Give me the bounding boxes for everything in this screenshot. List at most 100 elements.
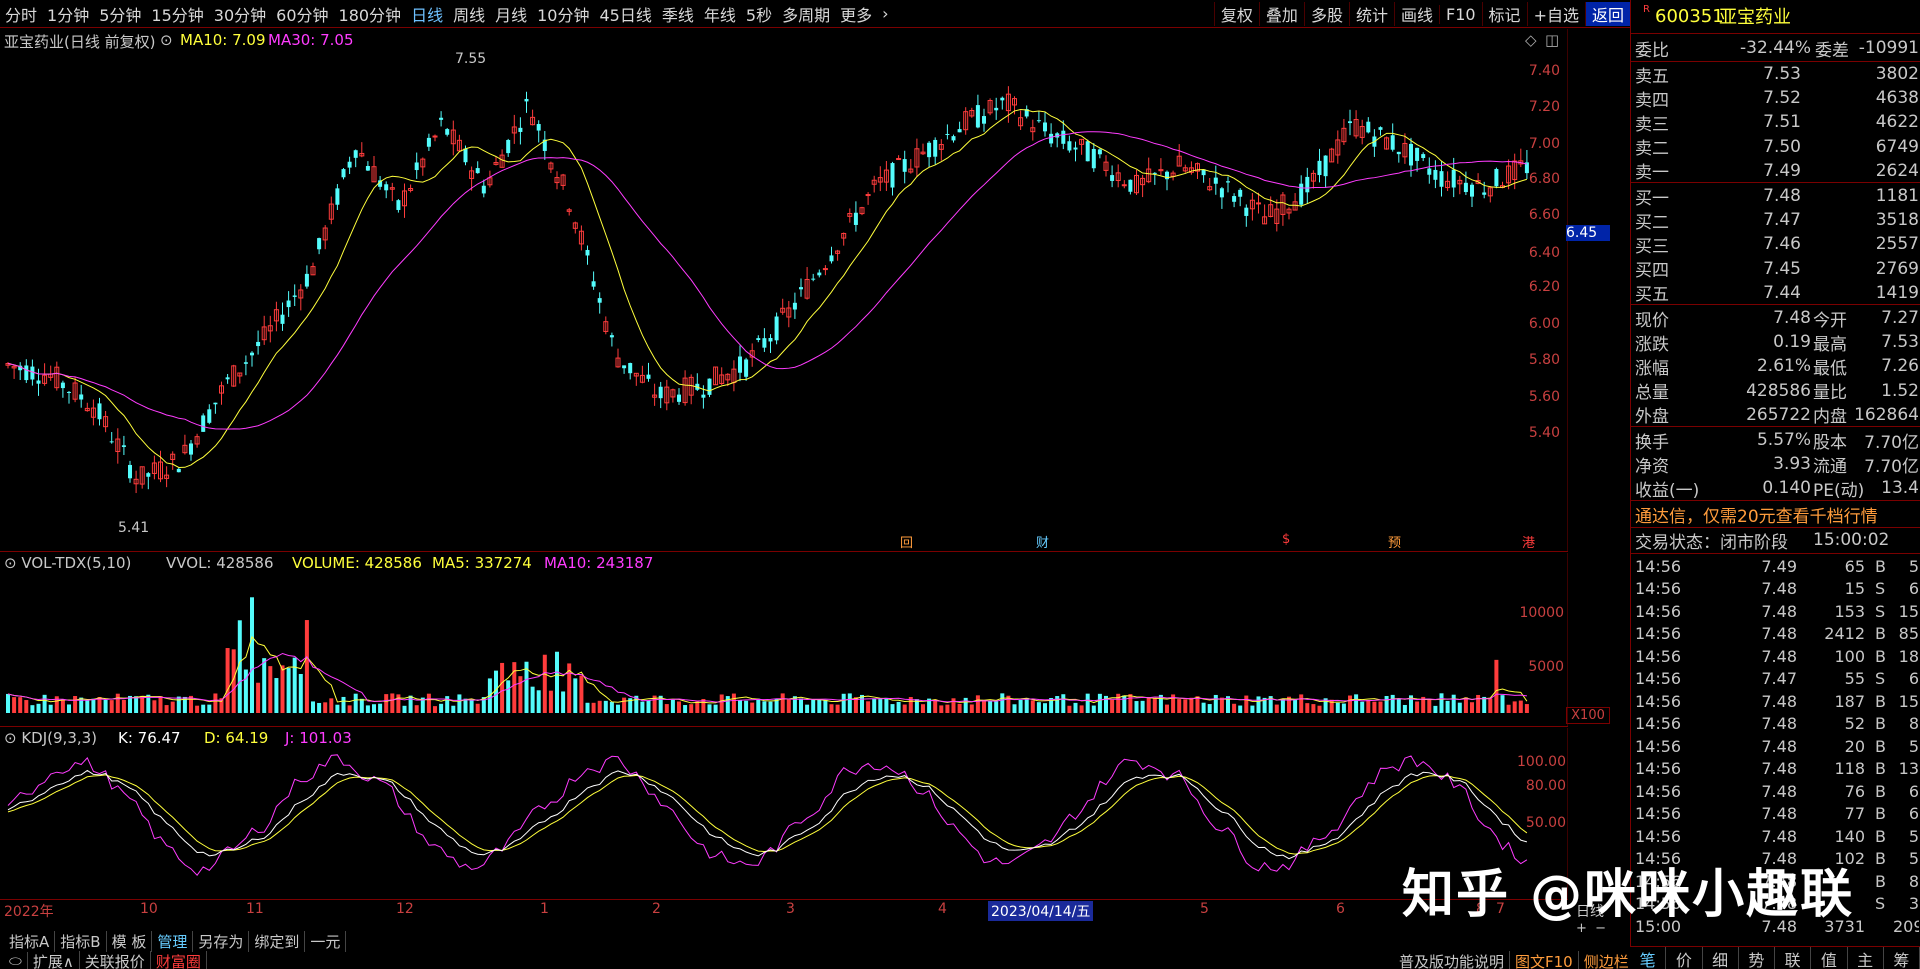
indicator-tab-1[interactable]: 指标B xyxy=(55,930,107,952)
event-marker[interactable]: 财 xyxy=(1036,532,1049,551)
toolbar-right-5[interactable]: F10 xyxy=(1438,4,1482,24)
indicator-tab-5[interactable]: 绑定到 xyxy=(249,930,306,952)
period-tab-3[interactable]: 15分钟 xyxy=(146,2,208,26)
trading-app: 分时 1分钟 5分钟 15分钟 30分钟 60分钟 180分钟 日线 周线 月线 10分钟 45日线季… xyxy=(0,0,1920,969)
kdj-axis-50: 50.00 xyxy=(1525,815,1566,831)
period-tab-1[interactable]: 1分钟 xyxy=(42,2,94,26)
toolbar-right-6[interactable]: 标记 xyxy=(1481,2,1527,26)
period-tab-16[interactable]: 更多 xyxy=(835,2,877,26)
period-tab-13[interactable]: 年线 xyxy=(699,2,741,26)
period-tab-9[interactable]: 月线 xyxy=(490,2,532,26)
side-tab-7[interactable]: 筹 xyxy=(1884,947,1920,969)
date-axis-label: 2022年 xyxy=(4,904,54,920)
order-book-row[interactable]: 买四 7.45 2769 xyxy=(1631,257,1920,282)
event-marker[interactable]: 港 xyxy=(1522,532,1535,551)
period-tab-6[interactable]: 180分钟 xyxy=(334,2,407,26)
stat-value: 7.70亿 xyxy=(1864,456,1919,477)
status-time: 15:00:02 xyxy=(1813,530,1890,550)
period-tab-7[interactable]: 日线 xyxy=(406,2,448,26)
period-tab-11[interactable]: 45日线 xyxy=(594,2,656,26)
indicator-tab-3[interactable]: 管理 xyxy=(152,930,194,952)
stock-header: R 600351 亚宝药业 xyxy=(1631,4,1920,28)
quote-panel: R 600351 亚宝药业 委比 -32.44% 委差 -10991 卖五 7.5… xyxy=(1630,0,1920,969)
rzrq-badge: R xyxy=(1643,4,1650,15)
order-book-row[interactable]: 卖五 7.53 3802 xyxy=(1631,62,1920,87)
tick-price: 7.48 xyxy=(1761,781,1797,801)
toggle-switch-icon[interactable]: ⬭ xyxy=(4,952,28,969)
tick-row: 14:56 7.48 153 S 15 xyxy=(1631,599,1920,623)
tick-row: 14:56 7.48 2412 B 85 xyxy=(1631,622,1920,646)
period-tab-14[interactable]: 5秒 xyxy=(741,2,777,26)
volume-chart[interactable]: ⊙ VOL-TDX(5,10) VVOL: 428586 VOLUME: 428… xyxy=(0,553,1610,727)
toolbar-right-1[interactable]: 叠加 xyxy=(1258,2,1304,26)
period-tab-0[interactable]: 分时 xyxy=(0,2,42,26)
toolbar-right-4[interactable]: 画线 xyxy=(1393,2,1439,26)
tick-volume: 76 xyxy=(1844,781,1865,801)
bottom-right-link-1[interactable]: 图文F10 xyxy=(1510,950,1579,969)
side-tab-1[interactable]: 价 xyxy=(1666,947,1703,969)
stat-label: 内盘 xyxy=(1813,407,1847,428)
book-label: 卖五 xyxy=(1635,66,1669,87)
order-book-row[interactable]: 卖一 7.49 2624 xyxy=(1631,159,1920,184)
promo-banner[interactable]: 通达信，仅需20元查看千档行情 xyxy=(1631,502,1920,527)
stat-value: 428586 xyxy=(1746,380,1811,401)
period-tab-5[interactable]: 60分钟 xyxy=(271,2,333,26)
tick-price: 7.48 xyxy=(1761,736,1797,756)
price-axis-label: 6.40 xyxy=(1528,245,1560,261)
book-price: 7.44 xyxy=(1763,282,1801,303)
side-tab-3[interactable]: 势 xyxy=(1739,947,1775,969)
side-tab-4[interactable]: 联 xyxy=(1775,947,1812,969)
book-label: 买四 xyxy=(1635,261,1669,282)
event-marker[interactable]: 预 xyxy=(1388,532,1401,551)
order-book-row[interactable]: 卖二 7.50 6749 xyxy=(1631,135,1920,160)
tick-time: 14:56 xyxy=(1635,556,1682,576)
kdj-chart[interactable]: ⊙ KDJ(9,3,3) K: 76.47 D: 64.19 J: 101.03… xyxy=(0,728,1568,900)
toolbar-right-2[interactable]: 多股 xyxy=(1303,2,1349,26)
indicator-tab-6[interactable]: 一元 xyxy=(305,930,347,952)
order-book-row[interactable]: 买三 7.46 2557 xyxy=(1631,232,1920,257)
indicator-tab-2[interactable]: 模 板 xyxy=(107,930,153,952)
tick-count: 13 xyxy=(1898,759,1919,778)
ext-tab-0[interactable]: 扩展∧ xyxy=(28,950,80,969)
fundamental-row: 换手 5.57% 股本 7.70亿 xyxy=(1631,428,1920,453)
tick-price: 7.48 xyxy=(1761,579,1797,598)
side-tab-2[interactable]: 细 xyxy=(1703,947,1739,969)
toolbar-right-3[interactable]: 统计 xyxy=(1348,2,1394,26)
price-axis-label: 7.00 xyxy=(1528,136,1560,152)
toolbar-right-0[interactable]: 复权 xyxy=(1213,2,1259,26)
price-axis-label: 6.60 xyxy=(1528,207,1560,223)
toolbar-right-8[interactable]: 返回 xyxy=(1584,2,1630,26)
stat-label: 现价 xyxy=(1635,310,1669,331)
period-tab-4[interactable]: 30分钟 xyxy=(209,2,271,26)
price-chart[interactable]: 亚宝药业(日线 前复权) ⊙ MA10: 7.09 MA30: 7.05 ◇ ◫… xyxy=(0,29,1610,552)
more-chevron-icon[interactable]: › xyxy=(877,4,893,23)
tick-row: 14:56 7.48 118 B 13 xyxy=(1631,757,1920,781)
tick-price: 7.48 xyxy=(1761,624,1797,643)
order-book-row[interactable]: 买五 7.44 1419 xyxy=(1631,281,1920,306)
order-book-row[interactable]: 卖三 7.51 4622 xyxy=(1631,110,1920,135)
period-tab-10[interactable]: 10分钟 xyxy=(532,2,594,26)
event-marker[interactable]: $ xyxy=(1282,532,1290,547)
event-marker[interactable]: 回 xyxy=(900,532,913,551)
period-tab-12[interactable]: 季线 xyxy=(657,2,699,26)
period-tab-2[interactable]: 5分钟 xyxy=(94,2,146,26)
date-axis: 2022年 10 11 12 1 2 3 4 5 6 7 8 2023/04/14/五 日线 + − xyxy=(0,901,1630,936)
fundamental-row: 收益(一) 0.140 PE(动) 13.4 xyxy=(1631,476,1920,501)
ext-tab-2[interactable]: 财富圈 xyxy=(151,950,207,969)
order-book-row[interactable]: 买二 7.47 3518 xyxy=(1631,208,1920,233)
toolbar-right-7[interactable]: +自选 xyxy=(1526,2,1585,26)
side-tab-6[interactable]: 主 xyxy=(1848,947,1884,969)
indicator-tab-0[interactable]: 指标A xyxy=(4,930,56,952)
vol-axis-10000: 10000 xyxy=(1519,605,1564,621)
tick-count: 6 xyxy=(1908,781,1919,801)
bottom-right-link-0[interactable]: 普及版功能说明 xyxy=(1394,950,1511,969)
side-tab-0[interactable]: 笔 xyxy=(1630,947,1667,969)
period-tab-15[interactable]: 多周期 xyxy=(777,2,835,26)
order-book-row[interactable]: 卖四 7.52 4638 xyxy=(1631,86,1920,111)
ext-tab-1[interactable]: 关联报价 xyxy=(80,950,151,969)
indicator-tab-4[interactable]: 另存为 xyxy=(193,930,250,952)
tick-price: 7.47 xyxy=(1761,669,1797,688)
period-tab-8[interactable]: 周线 xyxy=(448,2,490,26)
order-book-row[interactable]: 买一 7.48 1181 xyxy=(1631,184,1920,209)
side-tab-5[interactable]: 值 xyxy=(1811,947,1848,969)
